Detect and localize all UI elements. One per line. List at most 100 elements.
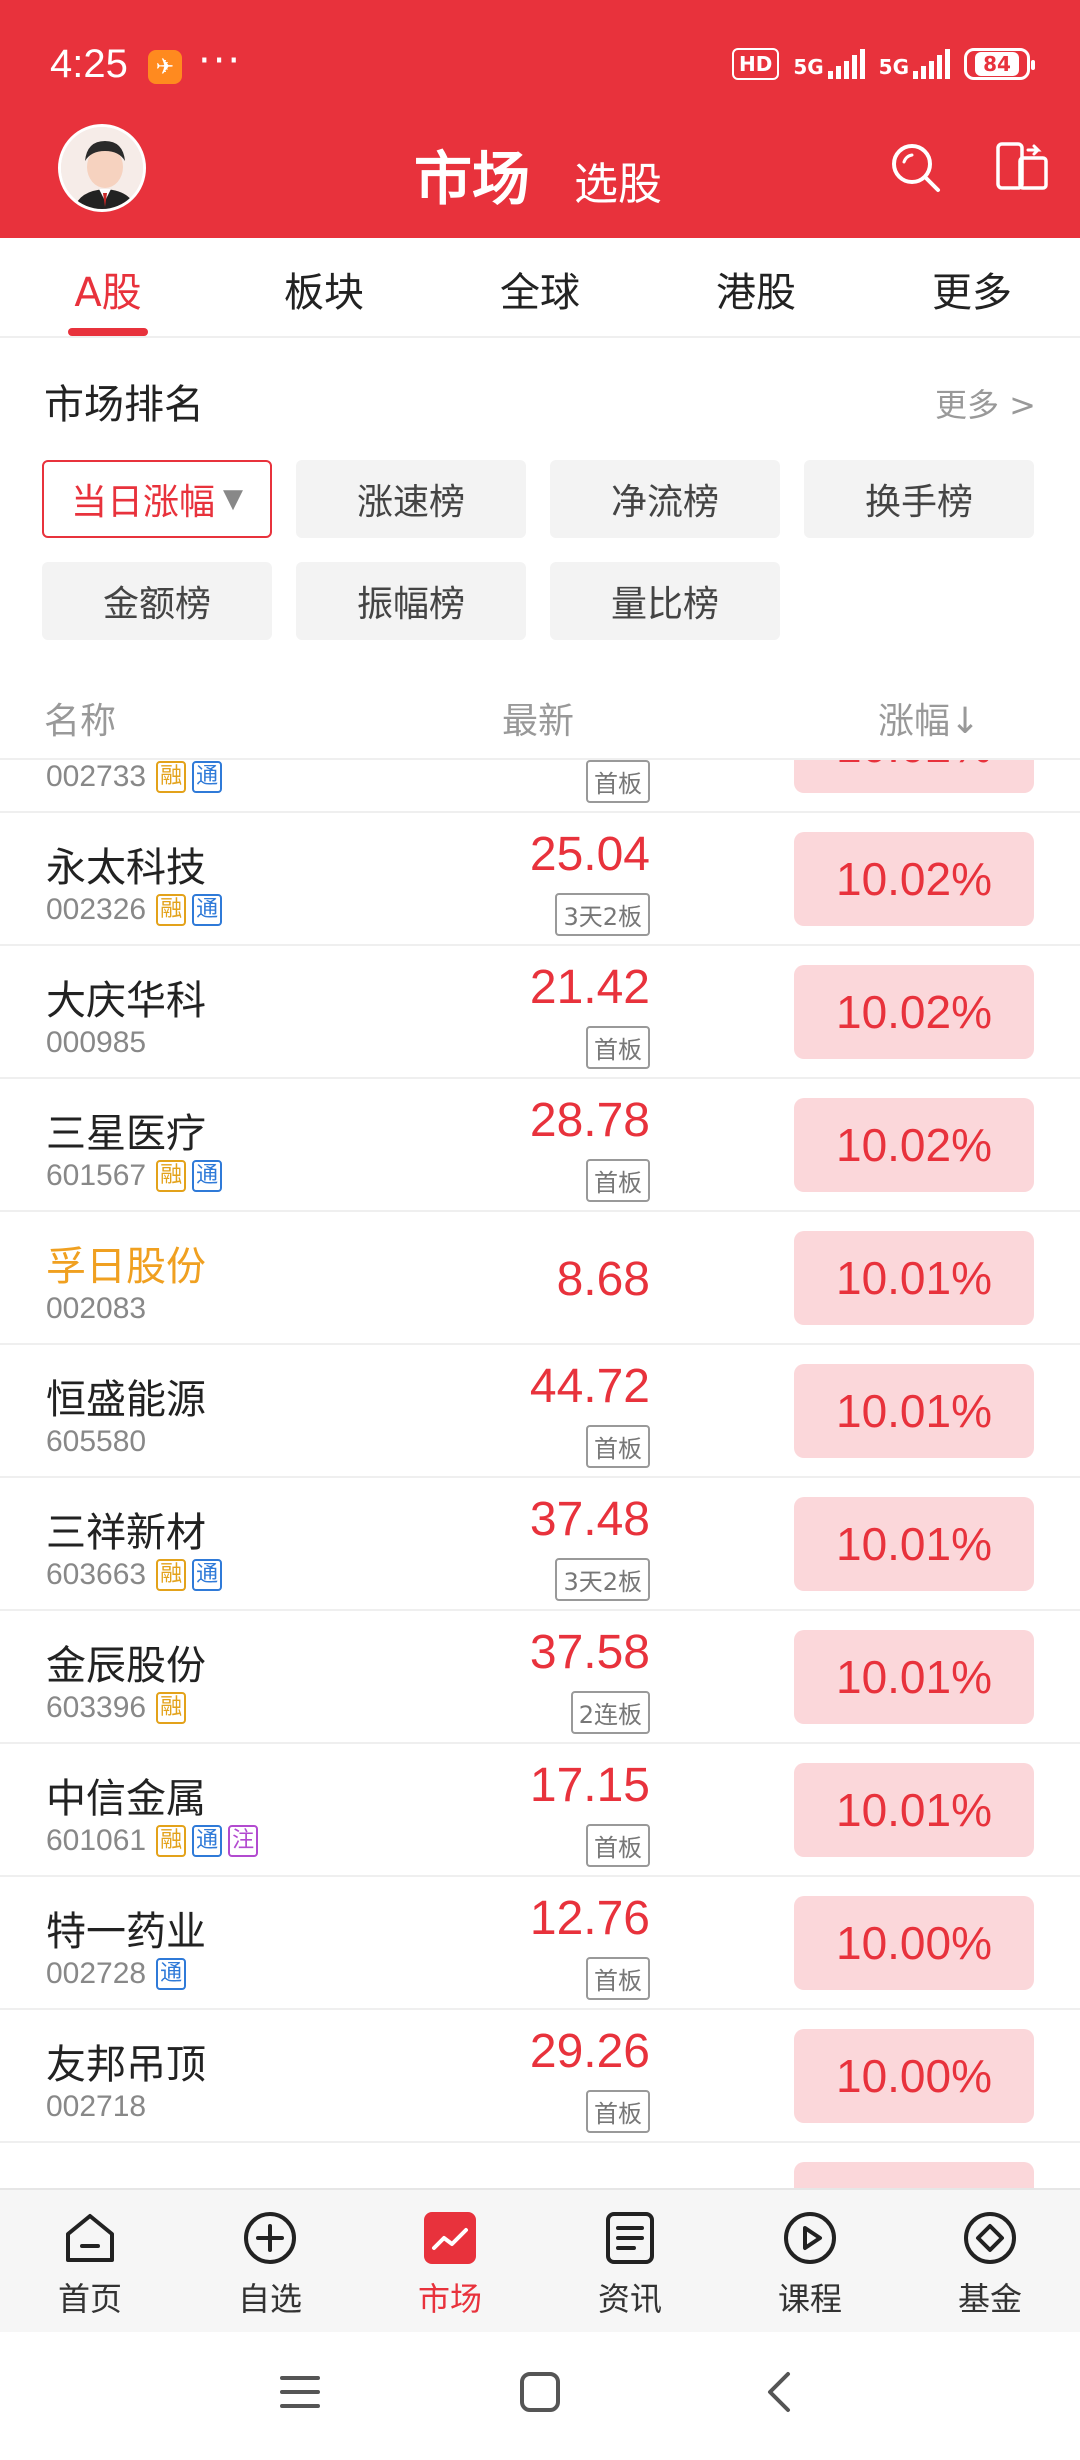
- nav-label: 基金: [957, 2280, 1022, 2318]
- margin-tag: 融: [156, 1692, 187, 1724]
- status-bar: 4:25 ✈ ··· HD 5G 5G 84: [0, 0, 1080, 135]
- nav-market[interactable]: 市场: [380, 2208, 520, 2320]
- tab-a-shares[interactable]: A股: [38, 260, 178, 318]
- stock-name: 中信金属: [46, 1776, 206, 1822]
- table-row[interactable]: 三祥新材 603663 融 通 37.48 3天2板 10.01%: [0, 1478, 1080, 1611]
- nav-courses[interactable]: 课程: [740, 2208, 880, 2320]
- table-row[interactable]: 002733 融 通 首板 10.02%: [0, 760, 1080, 813]
- latest-price: 12.76: [529, 1892, 650, 1945]
- code-line: 601061 融 通 注: [46, 1824, 259, 1858]
- code-line: 002733 融 通: [46, 760, 223, 794]
- change-percent: 10.01%: [794, 1630, 1034, 1724]
- connect-tag: 通: [192, 1160, 223, 1192]
- stock-code: 601567: [46, 1159, 147, 1192]
- change-percent: 10.02%: [794, 965, 1034, 1059]
- page-title: 市场: [414, 145, 531, 213]
- stock-name: 孚日股份: [46, 1244, 206, 1290]
- system-navigation-bar: [0, 2332, 1080, 2460]
- change-percent: 10.01%: [794, 1231, 1034, 1325]
- table-row[interactable]: 孚日股份 002083 8.68 10.01%: [0, 1212, 1080, 1345]
- tab-hk-stocks[interactable]: 港股: [686, 260, 826, 318]
- tab-global[interactable]: 全球: [470, 260, 610, 318]
- tab-sectors[interactable]: 板块: [254, 260, 394, 318]
- table-row[interactable]: [0, 2143, 1080, 2188]
- status-indicators: HD 5G 5G 84: [731, 48, 1035, 80]
- chip-amount[interactable]: 金额榜: [42, 562, 272, 640]
- change-percent: 10.02%: [794, 760, 1034, 793]
- stock-code: 002718: [46, 2090, 147, 2123]
- chip-daily-gain[interactable]: 当日涨幅 ▼: [42, 460, 272, 538]
- hd-voice-icon: HD: [731, 48, 780, 80]
- table-row[interactable]: 友邦吊顶 002718 29.26 首板 10.00%: [0, 2010, 1080, 2143]
- stock-list[interactable]: 002733 融 通 首板 10.02% 永太科技 002326 融 通 25.…: [0, 758, 1080, 2188]
- limit-board-badge: 3天2板: [555, 1558, 650, 1601]
- more-link[interactable]: 更多 >: [935, 380, 1036, 426]
- change-percent: [794, 2162, 1034, 2188]
- column-change[interactable]: 涨幅↓: [878, 692, 980, 744]
- nav-label: 资讯: [597, 2280, 662, 2318]
- margin-tag: 融: [156, 761, 187, 793]
- table-row[interactable]: 恒盛能源 605580 44.72 首板 10.01%: [0, 1345, 1080, 1478]
- table-row[interactable]: 金辰股份 603396 融 37.58 2连板 10.01%: [0, 1611, 1080, 1744]
- chip-amplitude[interactable]: 振幅榜: [296, 562, 526, 640]
- latest-price: 17.15: [529, 1759, 650, 1812]
- device-switch-icon[interactable]: [994, 140, 1050, 196]
- menu-icon[interactable]: [276, 2368, 324, 2416]
- change-percent: 10.01%: [794, 1763, 1034, 1857]
- connect-tag: 通: [192, 894, 223, 926]
- connect-tag: 通: [192, 761, 223, 793]
- search-icon[interactable]: [888, 140, 944, 196]
- app-header: 4:25 ✈ ··· HD 5G 5G 84 市场 选股: [0, 0, 1080, 238]
- nav-home[interactable]: 首页: [20, 2208, 160, 2320]
- table-row[interactable]: 特一药业 002728 通 12.76 首板 10.00%: [0, 1877, 1080, 2010]
- tab-more[interactable]: 更多: [902, 260, 1042, 318]
- code-line: 603663 融 通: [46, 1558, 223, 1592]
- change-percent: 10.00%: [794, 1896, 1034, 1990]
- play-circle-icon: [784, 2212, 836, 2264]
- chip-speed[interactable]: 涨速榜: [296, 460, 526, 538]
- user-avatar[interactable]: [58, 124, 146, 212]
- notification-app-icon: ✈: [148, 50, 182, 84]
- code-line: 000985: [46, 1026, 150, 1060]
- latest-price: 44.72: [529, 1360, 650, 1413]
- nav-news[interactable]: 资讯: [560, 2208, 700, 2320]
- change-percent: 10.02%: [794, 832, 1034, 926]
- chip-turnover[interactable]: 换手榜: [804, 460, 1034, 538]
- news-icon: [606, 2212, 654, 2264]
- limit-board-badge: 首板: [586, 1957, 650, 2000]
- status-time: 4:25: [50, 42, 128, 86]
- nav-label: 市场: [417, 2280, 482, 2318]
- table-row[interactable]: 三星医疗 601567 融 通 28.78 首板 10.02%: [0, 1079, 1080, 1212]
- stock-code: 605580: [46, 1425, 147, 1458]
- chip-net-flow[interactable]: 净流榜: [550, 460, 780, 538]
- market-tabs: A股 板块 全球 港股 更多: [0, 238, 1080, 338]
- stock-code: 002326: [46, 893, 147, 926]
- change-percent: 10.01%: [794, 1497, 1034, 1591]
- stock-name: 友邦吊顶: [46, 2042, 206, 2088]
- section-title: 市场排名: [44, 382, 204, 428]
- home-button-icon[interactable]: [516, 2368, 564, 2416]
- stock-code: 002733: [46, 760, 147, 793]
- table-row[interactable]: 永太科技 002326 融 通 25.04 3天2板 10.02%: [0, 813, 1080, 946]
- back-icon[interactable]: [756, 2368, 804, 2416]
- limit-board-badge: 2连板: [570, 1691, 650, 1734]
- limit-board-badge: 首板: [586, 1159, 650, 1202]
- home-icon: [66, 2214, 114, 2262]
- stock-code: 603396: [46, 1691, 147, 1724]
- signal-5g-icon: 5G: [793, 49, 865, 79]
- nav-watchlist[interactable]: 自选: [200, 2208, 340, 2320]
- code-line: 603396 融: [46, 1691, 187, 1725]
- nav-funds[interactable]: 基金: [920, 2208, 1060, 2320]
- stock-picker-tab[interactable]: 选股: [574, 148, 662, 212]
- limit-board-badge: 3天2板: [555, 893, 650, 936]
- stock-code: 601061: [46, 1824, 147, 1857]
- nav-label: 课程: [777, 2280, 842, 2318]
- limit-board-badge: 首板: [586, 760, 650, 803]
- table-row[interactable]: 大庆华科 000985 21.42 首板 10.02%: [0, 946, 1080, 1079]
- column-latest[interactable]: 最新: [502, 692, 574, 744]
- stock-code: 000985: [46, 1026, 147, 1059]
- table-row[interactable]: 中信金属 601061 融 通 注 17.15 首板 10.01%: [0, 1744, 1080, 1877]
- chip-volume-ratio[interactable]: 量比榜: [550, 562, 780, 640]
- stock-name: 特一药业: [46, 1909, 206, 1955]
- column-name[interactable]: 名称: [44, 692, 116, 744]
